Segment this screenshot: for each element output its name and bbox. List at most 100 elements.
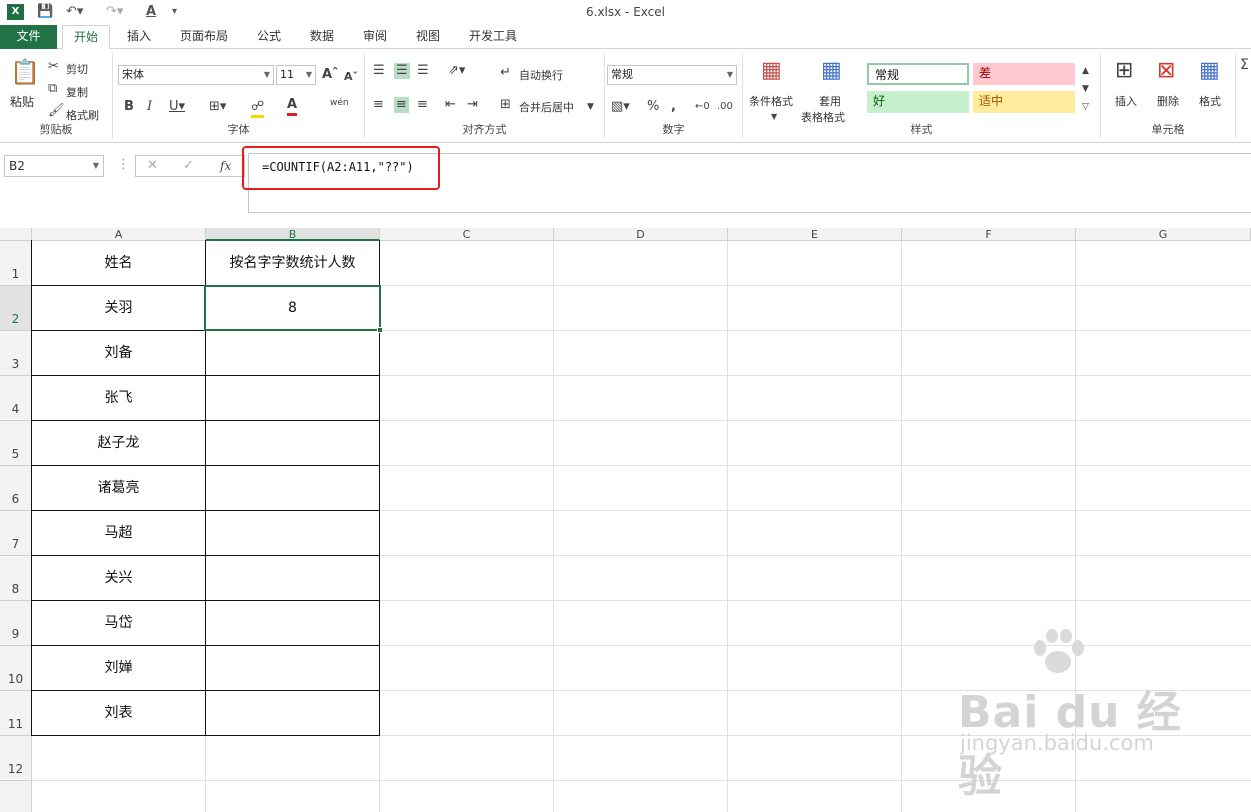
row-header-12[interactable]: 12 [0,736,32,781]
tab-developer[interactable]: 开发工具 [460,25,526,49]
cell-a9[interactable]: 马岱 [32,601,205,646]
format-painter-icon[interactable]: 🖌 [48,103,65,119]
cancel-icon[interactable]: ✕ [147,158,158,174]
merge-center-button[interactable]: 合并后居中 [519,99,574,115]
cell-a7[interactable]: 马超 [32,511,205,556]
phonetic-icon[interactable]: wén [330,95,349,111]
row-header-5[interactable]: 5 [0,421,32,466]
row-header-11[interactable]: 11 [0,691,32,736]
wrap-text-button[interactable]: 自动换行 [519,67,563,83]
comma-style-icon[interactable]: , [671,99,676,115]
column-header-b[interactable]: B [206,228,380,241]
styles-more-icon[interactable]: ▽ [1082,99,1089,115]
tab-data[interactable]: 数据 [301,25,343,49]
paste-button[interactable]: 粘贴 [10,93,34,110]
grow-font-icon[interactable]: Aˆ [322,67,339,83]
row-header-6[interactable]: 6 [0,466,32,511]
copy-icon[interactable]: ⧉ [48,81,57,97]
cell-a4[interactable]: 张飞 [32,376,205,421]
column-header-f[interactable]: F [902,228,1076,241]
accounting-format-icon[interactable]: ▧▾ [611,99,630,115]
font-size-combo[interactable]: 11 ▼ [276,65,316,85]
align-left-icon[interactable]: ≡ [373,97,384,113]
insert-cells-button[interactable]: 插入 [1115,93,1137,109]
tab-file[interactable]: 文件 [0,25,57,49]
table-format-label-1[interactable]: 套用 [819,93,841,109]
enter-icon[interactable]: ✓ [183,158,194,174]
insert-cells-icon[interactable]: ⊞ [1115,59,1133,83]
orientation-icon[interactable]: ⇗▾ [448,63,465,79]
format-cells-icon[interactable]: ▦ [1199,59,1220,83]
bold-icon[interactable]: B [124,99,134,115]
shrink-font-icon[interactable]: Aˇ [344,69,358,85]
increase-indent-icon[interactable]: ⇥ [467,97,478,113]
select-all-corner[interactable] [0,228,32,241]
tab-view[interactable]: 视图 [407,25,449,49]
tab-formulas[interactable]: 公式 [248,25,290,49]
styles-scroll-up-icon[interactable]: ▲ [1082,63,1089,79]
column-header-e[interactable]: E [728,228,902,241]
conditional-format-button[interactable]: 条件格式 [749,93,793,109]
table-format-icon[interactable]: ▦ [821,59,842,83]
cell-a2[interactable]: 关羽 [32,286,205,331]
row-header-13[interactable] [0,781,32,812]
border-icon[interactable]: ⊞▾ [209,99,226,115]
cell-a1[interactable]: 姓名 [32,241,205,286]
cell-a5[interactable]: 赵子龙 [32,421,205,466]
font-name-combo[interactable]: 宋体 ▼ [118,65,274,85]
style-good[interactable]: 好 [867,91,969,113]
cell-a3[interactable]: 刘备 [32,331,205,376]
fill-color-icon[interactable]: ☍ [251,99,265,118]
styles-scroll-down-icon[interactable]: ▼ [1082,81,1089,97]
align-top-icon[interactable]: ☰ [373,63,385,79]
wrap-text-icon[interactable]: ↵ [500,65,511,81]
tab-page-layout[interactable]: 页面布局 [172,25,236,49]
cell-a8[interactable]: 关兴 [32,556,205,601]
style-bad[interactable]: 差 [973,63,1075,85]
cell-a6[interactable]: 诸葛亮 [32,466,205,511]
row-header-10[interactable]: 10 [0,646,32,691]
increase-decimal-icon[interactable]: ←0 [695,99,710,115]
copy-button[interactable]: 复制 [66,84,88,100]
row-header-8[interactable]: 8 [0,556,32,601]
row-header-2[interactable]: 2 [0,286,32,331]
chevron-down-icon[interactable]: ▼ [93,156,99,176]
align-center-icon[interactable]: ≡ [394,97,409,113]
percent-icon[interactable]: % [647,99,659,115]
cell-a10[interactable]: 刘婵 [32,646,205,691]
column-header-a[interactable]: A [32,228,206,241]
column-header-c[interactable]: C [380,228,554,241]
delete-cells-button[interactable]: 删除 [1157,93,1179,109]
column-header-g[interactable]: G [1076,228,1251,241]
italic-icon[interactable]: I [147,99,152,115]
row-header-4[interactable]: 4 [0,376,32,421]
row-header-1[interactable]: 1 [0,241,32,286]
tab-home[interactable]: 开始 [62,25,110,50]
format-cells-button[interactable]: 格式 [1199,93,1221,109]
scissors-icon[interactable]: ✂ [48,59,59,75]
column-header-d[interactable]: D [554,228,728,241]
align-middle-icon[interactable]: ☰ [394,63,410,79]
style-normal[interactable]: 常规 [867,63,969,85]
name-box[interactable]: B2 ▼ [4,155,104,177]
number-format-combo[interactable]: 常规 ▼ [607,65,737,85]
align-right-icon[interactable]: ≡ [417,97,428,113]
row-header-3[interactable]: 3 [0,331,32,376]
decrease-decimal-icon[interactable]: .00 [717,99,733,115]
row-header-7[interactable]: 7 [0,511,32,556]
cell-a11[interactable]: 刘表 [32,691,205,736]
delete-cells-icon[interactable]: ⊠ [1157,59,1175,83]
underline-icon[interactable]: U▾ [169,99,185,115]
tab-insert[interactable]: 插入 [118,25,160,49]
paste-icon[interactable]: 📋 [10,59,40,85]
style-neutral[interactable]: 适中 [973,91,1075,113]
fill-handle[interactable] [377,327,383,333]
row-header-9[interactable]: 9 [0,601,32,646]
chevron-down-icon[interactable]: ▼ [587,99,594,115]
align-bottom-icon[interactable]: ☰ [417,63,429,79]
decrease-indent-icon[interactable]: ⇤ [445,97,456,113]
sum-icon[interactable]: Σ [1240,57,1249,73]
cut-button[interactable]: 剪切 [66,61,88,77]
spreadsheet-grid[interactable]: A B C D E F G 1 2 3 4 5 6 7 8 9 10 11 12… [0,228,1251,812]
insert-function-icon[interactable]: fx [220,158,231,174]
